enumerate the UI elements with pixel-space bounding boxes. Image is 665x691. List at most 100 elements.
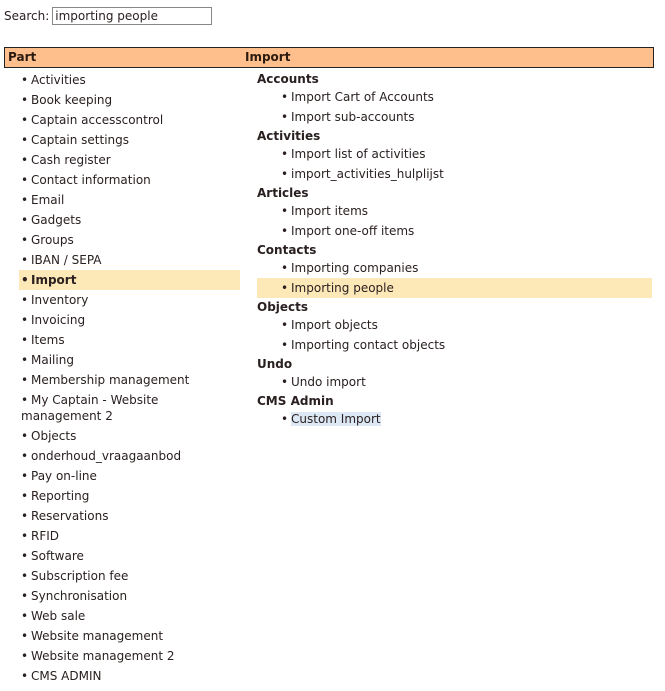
- import-item[interactable]: • Import objects: [257, 315, 652, 335]
- part-item[interactable]: • Gadgets: [19, 210, 240, 230]
- part-item[interactable]: • Pay on-line: [19, 466, 240, 486]
- part-label: Book keeping: [31, 93, 113, 107]
- bullet-icon: •: [281, 204, 289, 218]
- part-item[interactable]: • Subscription fee: [19, 566, 240, 586]
- bullet-icon: •: [21, 589, 29, 603]
- bullet-icon: •: [21, 93, 29, 107]
- bullet-icon: •: [21, 333, 29, 347]
- part-label: IBAN / SEPA: [31, 253, 102, 267]
- part-item[interactable]: • My Captain - Website management 2: [19, 390, 240, 426]
- part-item[interactable]: • Cash register: [19, 150, 240, 170]
- bullet-icon: •: [21, 569, 29, 583]
- part-item[interactable]: • Captain settings: [19, 130, 240, 150]
- part-label: Cash register: [31, 153, 111, 167]
- import-item[interactable]: • Undo import: [257, 372, 652, 392]
- bullet-icon: •: [21, 273, 29, 287]
- bullet-icon: •: [21, 429, 29, 443]
- part-item[interactable]: • Membership management: [19, 370, 240, 390]
- part-item[interactable]: • Inventory: [19, 290, 240, 310]
- part-item[interactable]: • Website management 2: [19, 646, 240, 666]
- part-label: Email: [31, 193, 65, 207]
- import-item[interactable]: • Import Cart of Accounts: [257, 87, 652, 107]
- part-label: Synchronisation: [31, 589, 128, 603]
- part-item[interactable]: • RFID: [19, 526, 240, 546]
- part-item[interactable]: • Web sale: [19, 606, 240, 626]
- group-title: Articles: [257, 186, 309, 200]
- bullet-icon: •: [21, 669, 29, 683]
- part-label: Contact information: [31, 173, 151, 187]
- bullet-icon: •: [21, 609, 29, 623]
- bullet-icon: •: [21, 233, 29, 247]
- bullet-icon: •: [21, 489, 29, 503]
- import-item-label: Importing people: [291, 281, 394, 295]
- part-label: Objects: [31, 429, 77, 443]
- import-item[interactable]: • Importing companies: [257, 258, 652, 278]
- part-item[interactable]: • Website management: [19, 626, 240, 646]
- bullet-icon: •: [21, 293, 29, 307]
- search-input[interactable]: [52, 7, 213, 25]
- part-item[interactable]: • onderhoud_vraagaanbod: [19, 446, 240, 466]
- part-item[interactable]: • Email: [19, 190, 240, 210]
- bullet-icon: •: [21, 353, 29, 367]
- bullet-icon: •: [21, 173, 29, 187]
- part-label: Pay on-line: [31, 469, 97, 483]
- bullet-icon: •: [281, 375, 289, 389]
- part-item[interactable]: • Import: [19, 270, 240, 290]
- import-item[interactable]: • Import items: [257, 201, 652, 221]
- bullet-icon: •: [21, 73, 29, 87]
- part-item[interactable]: • Synchronisation: [19, 586, 240, 606]
- part-item[interactable]: • Contact information: [19, 170, 240, 190]
- part-label: Software: [31, 549, 84, 563]
- part-item[interactable]: • Book keeping: [19, 90, 240, 110]
- search-label: Search:: [4, 9, 50, 23]
- parts-list: • Activities • Book keeping • Captain accessc…: [19, 70, 240, 686]
- part-item[interactable]: • Objects: [19, 426, 240, 446]
- import-item-label: Undo import: [291, 375, 366, 389]
- import-item-label: import_activities_hulplijst: [291, 167, 444, 181]
- bullet-icon: •: [21, 313, 29, 327]
- part-label: Activities: [31, 73, 86, 87]
- bullet-icon: •: [281, 261, 289, 275]
- part-item[interactable]: • Software: [19, 546, 240, 566]
- part-label: Reporting: [31, 489, 90, 503]
- part-item[interactable]: • Activities: [19, 70, 240, 90]
- part-label: CMS ADMIN: [31, 669, 102, 683]
- part-item[interactable]: • IBAN / SEPA: [19, 250, 240, 270]
- bullet-icon: •: [281, 224, 289, 238]
- bullet-icon: •: [281, 167, 289, 181]
- part-item[interactable]: • Items: [19, 330, 240, 350]
- search-row: Search:: [4, 7, 213, 25]
- part-item[interactable]: • Captain accesscontrol: [19, 110, 240, 130]
- part-item[interactable]: • Groups: [19, 230, 240, 250]
- import-item[interactable]: • Import sub-accounts: [257, 107, 652, 127]
- import-item[interactable]: • import_activities_hulplijst: [257, 164, 652, 184]
- part-item[interactable]: • Reservations: [19, 506, 240, 526]
- header-part: Part: [8, 50, 37, 64]
- part-label: Captain accesscontrol: [31, 113, 164, 127]
- import-item[interactable]: • Import list of activities: [257, 144, 652, 164]
- part-item[interactable]: • CMS ADMIN: [19, 666, 240, 686]
- part-item[interactable]: • Reporting: [19, 486, 240, 506]
- bullet-icon: •: [21, 153, 29, 167]
- part-label: Invoicing: [31, 313, 86, 327]
- part-item[interactable]: • Invoicing: [19, 310, 240, 330]
- part-label: Items: [31, 333, 65, 347]
- bullet-icon: •: [21, 393, 29, 407]
- bullet-icon: •: [21, 373, 29, 387]
- group-title: Undo: [257, 357, 293, 371]
- bullet-icon: •: [281, 412, 289, 426]
- part-label: Web sale: [31, 609, 86, 623]
- import-item-label: Import objects: [291, 318, 378, 332]
- import-item[interactable]: • Importing people: [257, 278, 652, 298]
- import-item[interactable]: • Custom Import: [257, 409, 652, 429]
- import-list: Accounts • Import Cart of Accounts • Import …: [257, 70, 652, 429]
- import-item[interactable]: • Import one-off items: [257, 221, 652, 241]
- import-item-label: Importing contact objects: [291, 338, 446, 352]
- part-item[interactable]: • Mailing: [19, 350, 240, 370]
- import-item-label: Import sub-accounts: [291, 110, 415, 124]
- import-item-label: Custom Import: [291, 412, 381, 426]
- table-header: Part Import: [4, 47, 654, 68]
- bullet-icon: •: [21, 649, 29, 663]
- bullet-icon: •: [21, 509, 29, 523]
- import-item[interactable]: • Importing contact objects: [257, 335, 652, 355]
